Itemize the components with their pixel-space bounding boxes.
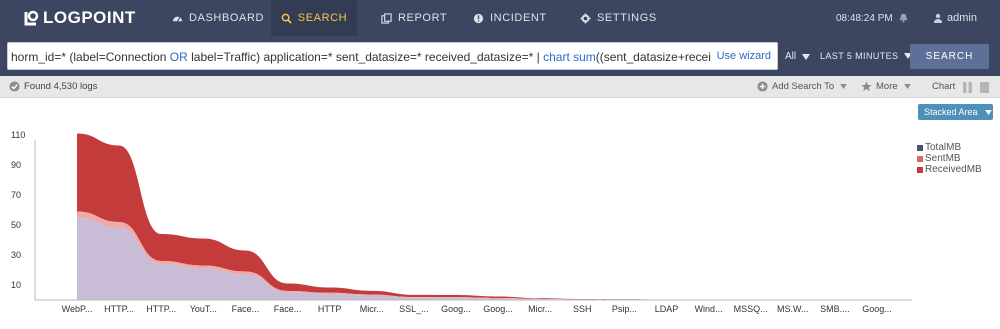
x-tick-label: Face... — [274, 304, 302, 314]
legend-item[interactable]: ReceivedMB — [917, 164, 982, 175]
repo-select[interactable]: All — [785, 51, 811, 62]
add-search-to-menu[interactable]: Add Search To — [757, 81, 851, 92]
chevron-down-icon — [903, 84, 911, 89]
y-tick-label: 50 — [11, 220, 21, 230]
chart-areas — [77, 133, 877, 300]
brand-name: LOGPOINT — [43, 8, 136, 27]
x-tick-label: Micr... — [528, 304, 552, 314]
x-tick-label: MS.W... — [777, 304, 809, 314]
x-tick-label: LDAP — [655, 304, 679, 314]
more-label: More — [876, 81, 898, 92]
y-tick-label: 110 — [11, 130, 25, 140]
y-tick-label: 90 — [11, 160, 21, 170]
x-tick-label: SSH — [573, 304, 592, 314]
chevron-down-icon — [840, 84, 847, 89]
nav-search-label: SEARCH — [297, 12, 348, 24]
chevron-down-icon — [802, 53, 811, 60]
logpoint-logo-icon — [24, 10, 39, 26]
query-input[interactable]: horm_id=* (label=Connection OR label=Tra… — [7, 42, 778, 70]
chevron-down-icon — [984, 109, 992, 115]
x-tick-label: Goog... — [441, 304, 471, 314]
x-tick-label: HTTP... — [146, 304, 176, 314]
report-icon — [381, 12, 392, 24]
dashboard-icon — [172, 16, 183, 22]
query-segment: horm_id=* (label=Connection — [11, 50, 170, 64]
x-tick-label: Face... — [232, 304, 260, 314]
x-tick-label: WebP... — [62, 304, 93, 314]
x-tick-label: SMB.... — [820, 304, 850, 314]
legend-label: SentMB — [925, 153, 961, 164]
star-icon — [861, 81, 872, 92]
legend-item[interactable]: TotalMB — [917, 142, 982, 153]
y-tick-label: 10 — [11, 280, 21, 290]
add-search-to-label: Add Search To — [772, 81, 835, 92]
repo-select-value: All — [785, 51, 797, 62]
x-tick-label: Wind... — [695, 304, 723, 314]
found-logs: Found 4,530 logs — [9, 81, 97, 92]
chart-view-icon[interactable] — [963, 82, 972, 93]
notification-bell-icon[interactable] — [898, 12, 909, 23]
x-tick-label: MSSQ... — [734, 304, 768, 314]
x-tick-label: Goog... — [862, 304, 892, 314]
search-button[interactable]: SEARCH — [910, 44, 989, 69]
nav-incident-label: INCIDENT — [490, 12, 547, 24]
view-mode-label: Chart — [932, 81, 956, 92]
x-tick-label: SSL_... — [399, 304, 429, 314]
nav-dashboard-label: DASHBOARD — [189, 12, 265, 24]
gear-icon — [580, 12, 591, 24]
nav-search[interactable]: SEARCH — [271, 0, 357, 36]
query-keyword-chart: chart sum — [543, 50, 596, 64]
y-tick-label: 30 — [11, 250, 21, 260]
legend-label: ReceivedMB — [925, 164, 982, 175]
table-view-icon[interactable] — [980, 82, 989, 93]
incident-icon — [473, 13, 484, 23]
nav-settings[interactable]: SETTINGS — [580, 0, 657, 36]
legend-item[interactable]: SentMB — [917, 153, 982, 164]
time-range-value: LAST 5 MINUTES — [820, 51, 899, 61]
clock-time: 08:48:24 PM — [836, 13, 893, 24]
x-tick-label: Micr... — [360, 304, 384, 314]
nav-dashboard[interactable]: DASHBOARD — [172, 0, 264, 36]
logpoint-logo[interactable]: LOGPOINT — [22, 8, 136, 28]
user-menu[interactable]: admin — [933, 12, 977, 24]
query-segment: label=Traffic) application=* sent_datasi… — [187, 50, 544, 64]
search-icon — [281, 13, 292, 24]
chart-mode-value: Stacked Area — [924, 107, 978, 117]
chart-legend: TotalMB SentMB ReceivedMB — [917, 142, 982, 175]
stacked-area-chart: 10 30 50 70 90 110 WebP... HTTP... HTTP... YouT.… — [11, 130, 912, 314]
query-keyword-or: OR — [169, 50, 188, 64]
x-axis-ticks: WebP... HTTP... HTTP... YouT... Face... Face.… — [62, 304, 892, 314]
check-circle-icon — [9, 81, 20, 92]
y-axis-ticks: 10 30 50 70 90 110 — [11, 130, 25, 290]
username: admin — [947, 12, 977, 24]
chart-mode-select[interactable]: Stacked Area — [918, 104, 993, 120]
y-tick-label: 70 — [11, 190, 21, 200]
legend-label: TotalMB — [925, 142, 962, 153]
use-wizard-link[interactable]: Use wizard — [710, 43, 777, 69]
plus-circle-icon — [757, 81, 768, 92]
results-status-bar: Found 4,530 logs Add Search To More Char… — [0, 76, 1000, 98]
query-bar: horm_id=* (label=Connection OR label=Tra… — [0, 36, 1000, 76]
legend-swatch — [917, 144, 923, 151]
top-navbar: LOGPOINT DASHBOARD SEARCH REPORT INCIDEN… — [0, 0, 1000, 36]
user-icon — [934, 13, 942, 23]
x-tick-label: Goog... — [483, 304, 513, 314]
nav-report[interactable]: REPORT — [381, 0, 447, 36]
nav-incident[interactable]: INCIDENT — [473, 0, 547, 36]
legend-swatch — [917, 155, 923, 162]
x-tick-label: HTTP — [318, 304, 342, 314]
x-tick-label: YouT... — [190, 304, 217, 314]
x-tick-label: Psip... — [612, 304, 637, 314]
query-text: horm_id=* (label=Connection OR label=Tra… — [11, 50, 750, 64]
legend-swatch — [917, 166, 923, 173]
more-menu[interactable]: More — [861, 81, 915, 92]
nav-report-label: REPORT — [398, 12, 448, 24]
found-logs-count: Found 4,530 logs — [24, 81, 98, 92]
x-tick-label: HTTP... — [104, 304, 134, 314]
nav-settings-label: SETTINGS — [597, 12, 657, 24]
time-range-select[interactable]: LAST 5 MINUTES — [820, 51, 913, 61]
